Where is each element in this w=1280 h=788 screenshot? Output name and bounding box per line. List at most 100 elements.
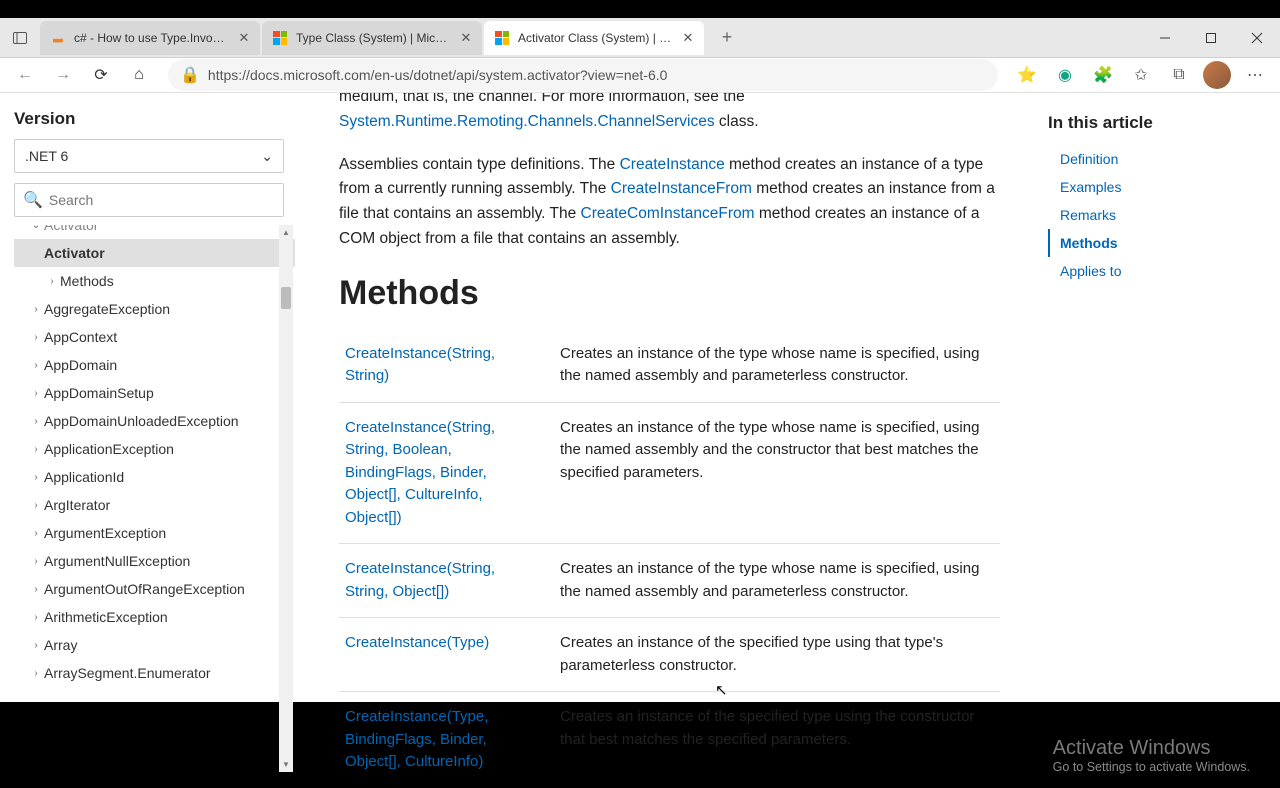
tree-item[interactable]: ›ArgumentException — [14, 519, 295, 547]
tree-item-activator[interactable]: Activator — [14, 239, 295, 267]
methods-table: CreateInstance(String, String) Creates an… — [339, 329, 1000, 788]
left-panel: Version .NET 6 ⌄ 🔍 ⌄Activator Activator … — [0, 93, 295, 788]
lock-icon: 🔒 — [180, 65, 200, 85]
method-description: Creates an instance of the type whose na… — [554, 329, 1000, 403]
url-input[interactable] — [208, 67, 986, 83]
address-bar: ← → ⟳ ⌂ 🔒 ⭐ ◉ 🧩 ✩ ⧉ ⋯ — [0, 58, 1280, 93]
toc-item[interactable]: Methods — [1048, 229, 1260, 257]
tree-item[interactable]: ›Array — [14, 631, 295, 659]
maximize-button[interactable] — [1188, 18, 1234, 58]
chevron-down-icon: ⌄ — [261, 148, 273, 165]
ms-icon — [272, 30, 288, 46]
tree-item-cutoff[interactable]: ⌄Activator — [14, 225, 295, 239]
tree-item[interactable]: ›ApplicationId — [14, 463, 295, 491]
method-link[interactable]: CreateInstance(String, String, Boolean, … — [345, 419, 495, 526]
add-to-favorites-icon[interactable]: ⭐ — [1010, 58, 1044, 92]
toc-item[interactable]: Definition — [1048, 145, 1260, 173]
tab-actions-icon[interactable] — [0, 30, 40, 46]
tree-item[interactable]: ›AppDomain — [14, 351, 295, 379]
tree-item[interactable]: ›ArgIterator — [14, 491, 295, 519]
search-box[interactable]: 🔍 — [14, 183, 284, 217]
version-value: .NET 6 — [25, 148, 68, 164]
link-createinstance[interactable]: CreateInstance — [620, 156, 725, 173]
search-icon: 🔍 — [23, 190, 43, 210]
new-tab-button[interactable]: + — [712, 23, 742, 53]
table-row: CreateInstance(Type) Creates an instance … — [339, 618, 1000, 692]
chevron-right-icon: › — [28, 500, 44, 511]
link-createinstancefrom[interactable]: CreateInstanceFrom — [611, 180, 752, 197]
chevron-right-icon: › — [28, 304, 44, 315]
tree-item[interactable]: ›ArgumentNullException — [14, 547, 295, 575]
link-channelservices[interactable]: System.Runtime.Remoting.Channels.Channel… — [339, 113, 715, 130]
refresh-button[interactable]: ⟳ — [84, 58, 118, 92]
table-row: CreateInstance(String, String) Creates an… — [339, 329, 1000, 403]
collections-icon[interactable]: ⧉ — [1162, 58, 1196, 92]
table-row: CreateInstance(String, String, Object[])… — [339, 544, 1000, 618]
method-description: Creates an instance of the type whose na… — [554, 544, 1000, 618]
close-icon[interactable]: ✕ — [680, 30, 696, 46]
api-tree[interactable]: ⌄Activator Activator ›Methods ›Aggregate… — [14, 225, 295, 772]
tab-activator-class[interactable]: Activator Class (System) | Micros ✕ — [484, 21, 704, 55]
method-description: Creates an instance of the specified typ… — [554, 618, 1000, 692]
tab-type-class[interactable]: Type Class (System) | Microsoft D ✕ — [262, 21, 482, 55]
link-createcominstancefrom[interactable]: CreateComInstanceFrom — [581, 205, 755, 222]
tab-stackoverflow[interactable]: c# - How to use Type.InvokeMe… ✕ — [40, 21, 260, 55]
chevron-right-icon: › — [28, 556, 44, 567]
chevron-right-icon: › — [28, 360, 44, 371]
chevron-right-icon: › — [28, 528, 44, 539]
toc-item[interactable]: Remarks — [1048, 201, 1260, 229]
paragraph: Assemblies contain type definitions. The… — [339, 153, 1000, 252]
right-panel: In this article DefinitionExamplesRemark… — [1040, 93, 1280, 788]
tree-item[interactable]: ›ArgumentOutOfRangeException — [14, 575, 295, 603]
tree-item[interactable]: ›AppDomainSetup — [14, 379, 295, 407]
scroll-up-button[interactable]: ▲ — [279, 225, 293, 239]
favorites-icon[interactable]: ✩ — [1124, 58, 1158, 92]
back-button[interactable]: ← — [8, 58, 42, 92]
tree-item-methods[interactable]: ›Methods — [14, 267, 295, 295]
tree-item[interactable]: ›ArraySegment.Enumerator — [14, 659, 295, 687]
article-content: medium, that is, the channel. For more i… — [295, 93, 1040, 788]
method-description: Creates an instance of the specified typ… — [554, 692, 1000, 788]
close-icon[interactable]: ✕ — [458, 30, 474, 46]
scroll-down-button[interactable]: ▼ — [279, 758, 293, 772]
table-row: CreateInstance(String, String, Boolean, … — [339, 402, 1000, 544]
chevron-right-icon: › — [28, 388, 44, 399]
url-field[interactable]: 🔒 — [168, 59, 998, 91]
chevron-right-icon: › — [28, 416, 44, 427]
method-link[interactable]: CreateInstance(String, String, Object[]) — [345, 560, 495, 600]
close-window-button[interactable] — [1234, 18, 1280, 58]
browser-window: c# - How to use Type.InvokeMe… ✕ Type Cl… — [0, 18, 1280, 702]
method-link[interactable]: CreateInstance(Type) — [345, 634, 489, 651]
method-link[interactable]: CreateInstance(Type, BindingFlags, Binde… — [345, 708, 488, 770]
tab-title: c# - How to use Type.InvokeMe… — [74, 31, 228, 45]
version-select[interactable]: .NET 6 ⌄ — [14, 139, 284, 173]
more-menu-icon[interactable]: ⋯ — [1238, 58, 1272, 92]
forward-button: → — [46, 58, 80, 92]
title-bar: c# - How to use Type.InvokeMe… ✕ Type Cl… — [0, 18, 1280, 58]
stackoverflow-icon — [50, 30, 66, 46]
tree-item[interactable]: ›ArithmeticException — [14, 603, 295, 631]
minimize-button[interactable] — [1142, 18, 1188, 58]
tree-item[interactable]: ›AggregateException — [14, 295, 295, 323]
paragraph: medium, that is, the channel. For more i… — [339, 93, 1000, 135]
extensions-icon[interactable]: 🧩 — [1086, 58, 1120, 92]
profile-avatar[interactable] — [1200, 58, 1234, 92]
chevron-right-icon: › — [28, 332, 44, 343]
method-link[interactable]: CreateInstance(String, String) — [345, 345, 495, 385]
tree-item[interactable]: ›ApplicationException — [14, 435, 295, 463]
window-controls — [1142, 18, 1280, 58]
tree-item[interactable]: ›AppDomainUnloadedException — [14, 407, 295, 435]
grammarly-icon[interactable]: ◉ — [1048, 58, 1082, 92]
tab-title: Type Class (System) | Microsoft D — [296, 31, 450, 45]
tree-item[interactable]: ›AppContext — [14, 323, 295, 351]
methods-heading: Methods — [339, 274, 1000, 313]
toc-item[interactable]: Applies to — [1048, 257, 1260, 285]
home-button[interactable]: ⌂ — [122, 58, 156, 92]
toc-item[interactable]: Examples — [1048, 173, 1260, 201]
scroll-thumb[interactable] — [281, 287, 291, 309]
tree-scrollbar[interactable]: ▲ ▼ — [279, 225, 293, 772]
ms-icon — [494, 30, 510, 46]
search-input[interactable] — [49, 192, 275, 208]
close-icon[interactable]: ✕ — [236, 30, 252, 46]
chevron-right-icon: › — [28, 444, 44, 455]
